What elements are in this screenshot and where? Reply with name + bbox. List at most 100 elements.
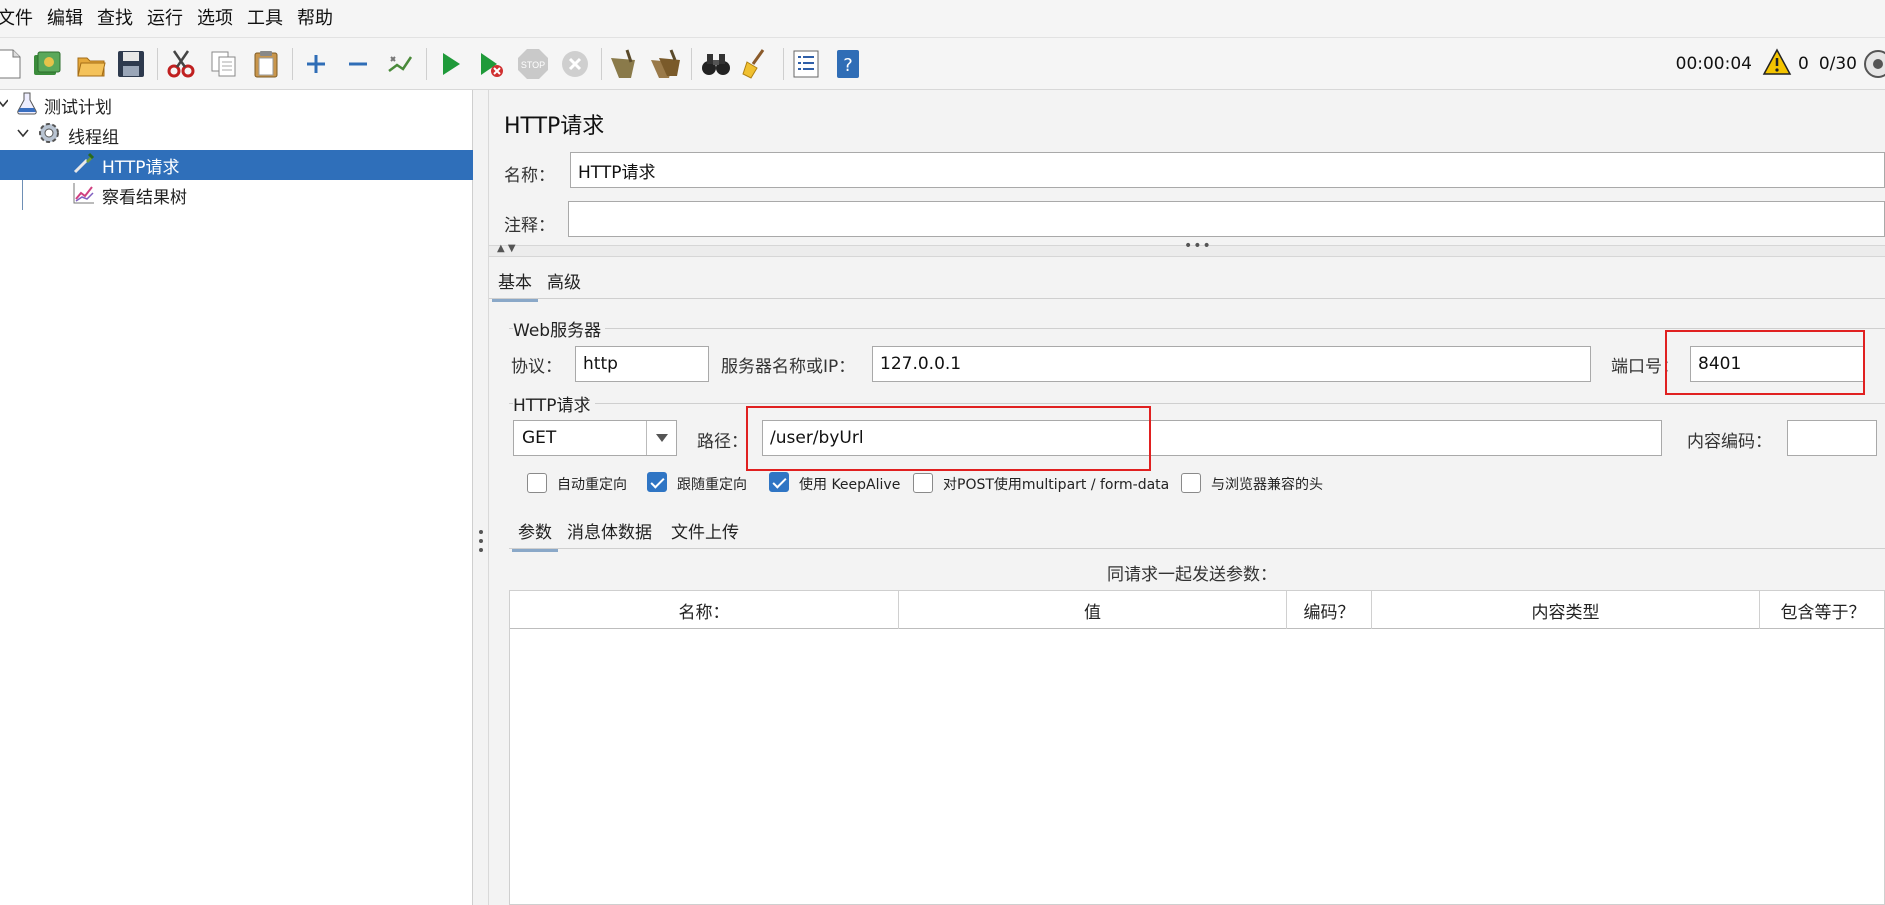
reset-search-broom-icon[interactable]: [740, 47, 774, 81]
tab-advanced[interactable]: 高级: [547, 268, 581, 293]
help-icon[interactable]: ?: [831, 47, 865, 81]
tree-node-test-plan[interactable]: 测试计划: [0, 90, 473, 120]
pipette-icon: [72, 151, 96, 180]
browser-headers-checkbox[interactable]: [1181, 473, 1201, 493]
collapse-toggle-icon[interactable]: [0, 95, 8, 115]
toolbar-separator: [691, 48, 692, 80]
svg-text:STOP: STOP: [521, 60, 545, 70]
collapse-bar[interactable]: ▲ ▼ •••: [489, 238, 1885, 257]
menu-file[interactable]: 文件: [0, 0, 40, 38]
drag-handle-icon[interactable]: •••: [1184, 238, 1212, 254]
tab-file-upload[interactable]: 文件上传: [671, 518, 739, 543]
splitter-grip[interactable]: [479, 530, 483, 552]
remote-status-icon: [1863, 49, 1885, 79]
elapsed-time: 00:00:04: [1675, 54, 1752, 74]
tree-label-thread-group: 线程组: [68, 127, 119, 148]
protocol-input[interactable]: http: [575, 346, 709, 382]
tree-label-http-request: HTTP请求: [102, 157, 180, 178]
path-input[interactable]: /user/byUrl: [762, 420, 1662, 456]
dropdown-arrow-icon[interactable]: [646, 421, 676, 455]
column-header-encode[interactable]: 编码？: [1287, 591, 1372, 629]
encoding-input[interactable]: [1787, 420, 1877, 456]
expand-plus-icon[interactable]: [299, 47, 333, 81]
menu-bar: 文件 编辑 查找 运行 选项 工具 帮助: [0, 0, 1885, 38]
clear-icon[interactable]: [606, 47, 640, 81]
shutdown-icon[interactable]: [558, 47, 592, 81]
panel-splitter[interactable]: [473, 90, 489, 905]
multipart-label: 对POST使用multipart / form-data: [943, 477, 1170, 493]
toolbar-separator: [783, 48, 784, 80]
menu-tools[interactable]: 工具: [240, 0, 290, 38]
tab-body-data[interactable]: 消息体数据: [567, 518, 652, 543]
subtab-divider: [509, 548, 1885, 549]
panel-title: HTTP请求: [504, 114, 605, 139]
follow-redirect-label: 跟随重定向: [677, 477, 747, 493]
toolbar-separator: [157, 48, 158, 80]
search-binoculars-icon[interactable]: [699, 47, 733, 81]
function-helper-icon[interactable]: [789, 47, 823, 81]
clear-all-icon[interactable]: [648, 47, 682, 81]
save-icon[interactable]: [114, 47, 148, 81]
test-plan-tree: 测试计划 线程组 HTTP请求 察看结果树: [0, 90, 473, 905]
menu-run[interactable]: 运行: [140, 0, 190, 38]
path-label: 路径：: [697, 432, 748, 452]
new-icon[interactable]: [0, 47, 26, 81]
server-input[interactable]: 127.0.0.1: [872, 346, 1591, 382]
tab-basic[interactable]: 基本: [492, 268, 538, 302]
tab-parameters[interactable]: 参数: [512, 518, 558, 552]
comment-input[interactable]: [568, 201, 1885, 237]
menu-help[interactable]: 帮助: [290, 0, 340, 38]
collapse-arrows-icon[interactable]: ▲ ▼: [497, 243, 516, 254]
tree-node-result-tree[interactable]: 察看结果树: [0, 180, 473, 210]
toolbar-separator: [426, 48, 427, 80]
toolbar-separator: [601, 48, 602, 80]
server-label: 服务器名称或IP：: [721, 357, 856, 377]
column-header-value[interactable]: 值: [899, 591, 1287, 629]
web-server-section-line: [509, 328, 1885, 329]
paste-icon[interactable]: [249, 47, 283, 81]
menu-edit[interactable]: 编辑: [40, 0, 90, 38]
method-select[interactable]: GET: [513, 420, 677, 456]
copy-icon[interactable]: [207, 47, 241, 81]
tree-node-thread-group[interactable]: 线程组: [0, 120, 473, 150]
multipart-checkbox[interactable]: [913, 473, 933, 493]
svg-text:?: ?: [843, 55, 853, 76]
params-table[interactable]: 名称： 值 编码？ 内容类型 包含等于？: [509, 590, 1885, 905]
active-threads: 0/30: [1818, 54, 1857, 74]
warning-icon[interactable]: [1762, 47, 1792, 81]
follow-redirect-checkbox[interactable]: [647, 472, 667, 492]
tree-label-result-tree: 察看结果树: [102, 187, 187, 208]
collapse-toggle-icon[interactable]: [16, 125, 30, 145]
start-no-pause-icon[interactable]: [474, 47, 508, 81]
tab-divider: [489, 298, 1885, 299]
auto-redirect-label: 自动重定向: [557, 477, 627, 493]
params-caption: 同请求一起发送参数：: [1107, 565, 1277, 585]
templates-icon[interactable]: [30, 47, 64, 81]
stop-icon[interactable]: STOP: [516, 47, 550, 81]
start-icon[interactable]: [434, 47, 468, 81]
comment-label: 注释：: [504, 216, 555, 236]
auto-redirect-checkbox[interactable]: [527, 473, 547, 493]
open-icon[interactable]: [74, 47, 108, 81]
name-label: 名称：: [504, 166, 555, 186]
tree-label-test-plan: 测试计划: [44, 97, 112, 118]
column-header-content-type[interactable]: 内容类型: [1372, 591, 1760, 629]
toggle-icon[interactable]: [383, 47, 417, 81]
menu-search[interactable]: 查找: [90, 0, 140, 38]
port-label: 端口号：: [1611, 357, 1679, 377]
keepalive-label: 使用 KeepAlive: [799, 477, 901, 493]
column-header-include-equals[interactable]: 包含等于？: [1760, 591, 1885, 629]
method-value: GET: [522, 428, 557, 448]
web-server-section-title: Web服务器: [513, 316, 606, 341]
cut-icon[interactable]: [164, 47, 198, 81]
column-header-name[interactable]: 名称：: [510, 591, 899, 629]
collapse-minus-icon[interactable]: [341, 47, 375, 81]
keepalive-checkbox[interactable]: [769, 472, 789, 492]
name-input[interactable]: HTTP请求: [570, 152, 1885, 188]
toolbar-separator: [292, 48, 293, 80]
tree-node-http-request[interactable]: HTTP请求: [0, 150, 473, 180]
menu-options[interactable]: 选项: [190, 0, 240, 38]
browser-headers-label: 与浏览器兼容的头: [1211, 477, 1323, 493]
port-input[interactable]: 8401: [1690, 346, 1865, 382]
http-section-line: [509, 403, 1885, 404]
